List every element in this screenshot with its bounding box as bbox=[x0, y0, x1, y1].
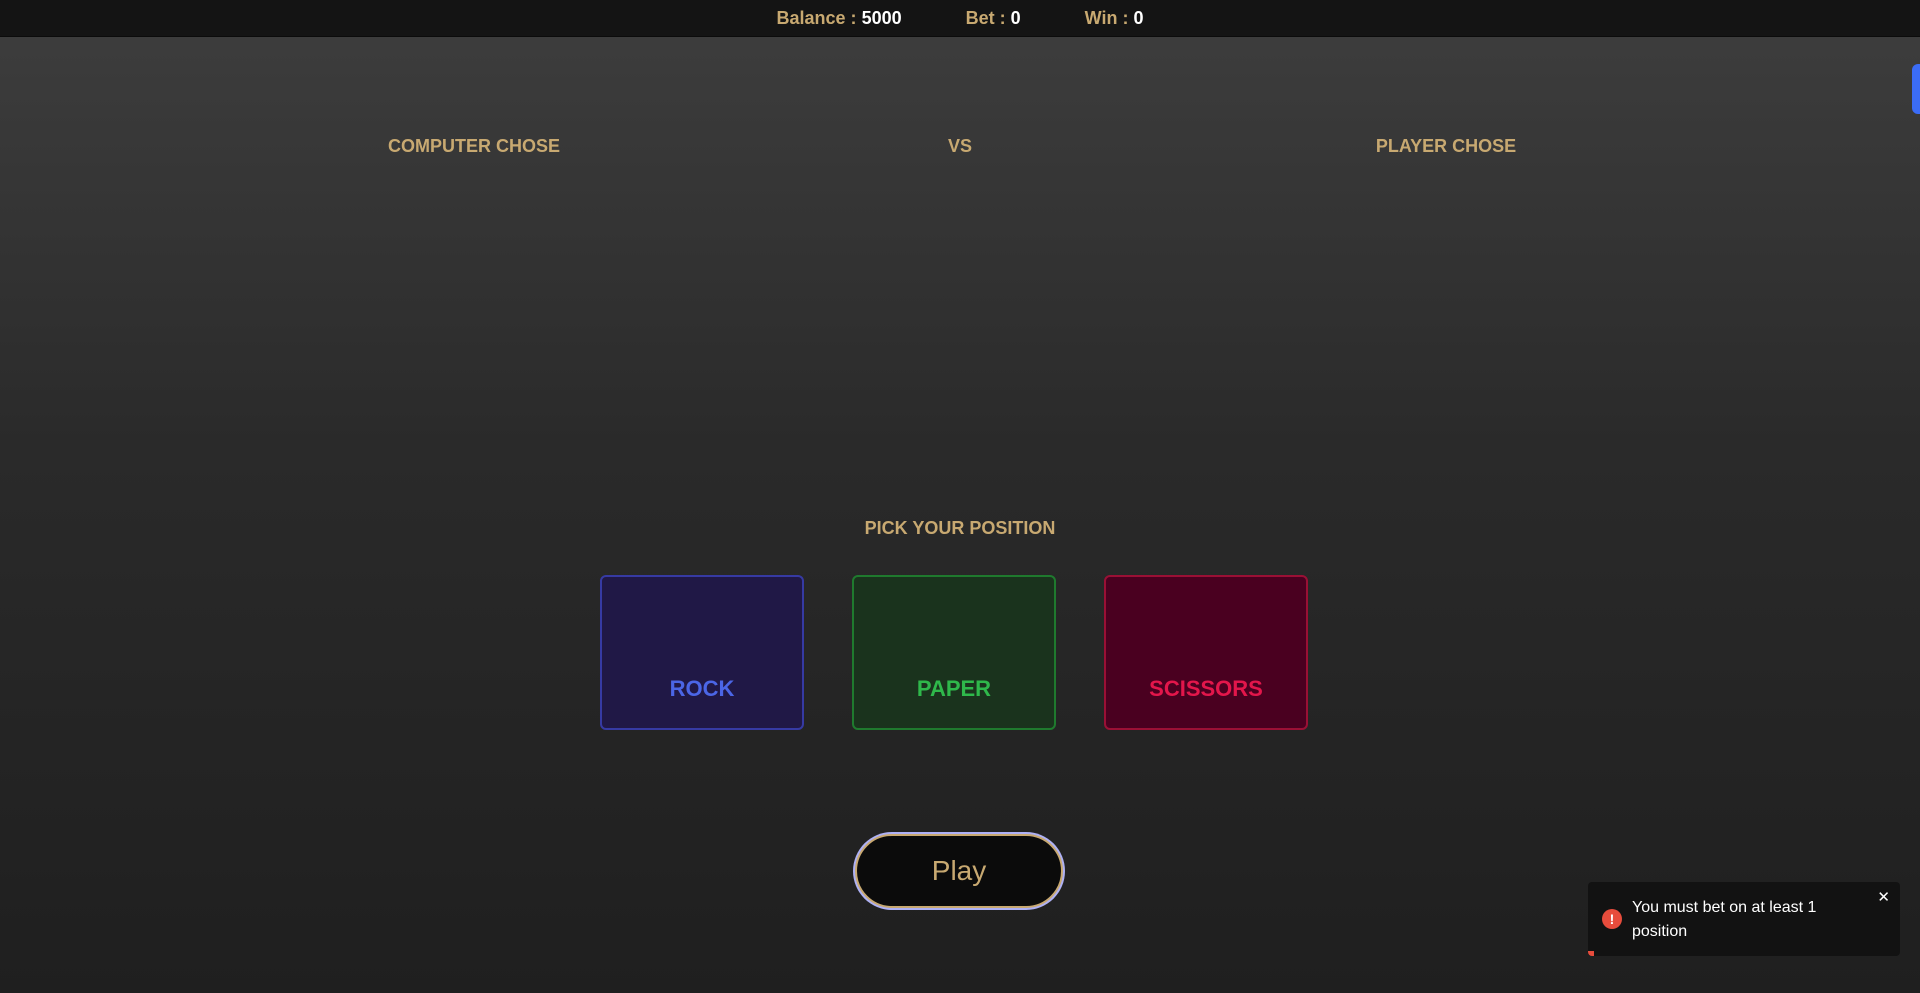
pick-position-title: PICK YOUR POSITION bbox=[864, 518, 1056, 538]
win-display: Win : 0 bbox=[1085, 8, 1144, 29]
scissors-label: SCISSORS bbox=[1149, 676, 1263, 701]
status-bar: Balance : 5000 Bet : 0 Win : 0 bbox=[0, 0, 1920, 37]
side-panel-tab[interactable] bbox=[1912, 64, 1920, 114]
position-options: ROCK PAPER SCISSORS bbox=[600, 575, 1308, 730]
player-chose-label: PLAYER CHOSE bbox=[1375, 136, 1517, 156]
vs-label: VS bbox=[947, 136, 973, 156]
paper-option[interactable]: PAPER bbox=[852, 575, 1056, 730]
balance-value: 5000 bbox=[861, 7, 902, 28]
error-icon: ! bbox=[1602, 909, 1622, 929]
bet-label: Bet : bbox=[965, 7, 1011, 28]
scissors-option[interactable]: SCISSORS bbox=[1104, 575, 1308, 730]
play-button[interactable]: Play bbox=[855, 834, 1063, 908]
win-value: 0 bbox=[1133, 7, 1144, 28]
bet-value: 0 bbox=[1010, 7, 1021, 28]
computer-chose-label: COMPUTER CHOSE bbox=[387, 136, 561, 156]
toast-progress-bar bbox=[1588, 951, 1595, 956]
toast-message: You must bet on at least 1 position bbox=[1632, 899, 1817, 940]
bet-display: Bet : 0 bbox=[966, 8, 1021, 29]
error-toast: ! You must bet on at least 1 position ✕ bbox=[1588, 882, 1900, 956]
win-label: Win : bbox=[1084, 7, 1134, 28]
paper-label: PAPER bbox=[916, 676, 992, 701]
rock-option[interactable]: ROCK bbox=[600, 575, 804, 730]
balance-display: Balance : 5000 bbox=[777, 8, 902, 29]
balance-label: Balance : bbox=[776, 7, 862, 28]
close-icon[interactable]: ✕ bbox=[1877, 888, 1890, 906]
rock-label: ROCK bbox=[669, 676, 735, 701]
